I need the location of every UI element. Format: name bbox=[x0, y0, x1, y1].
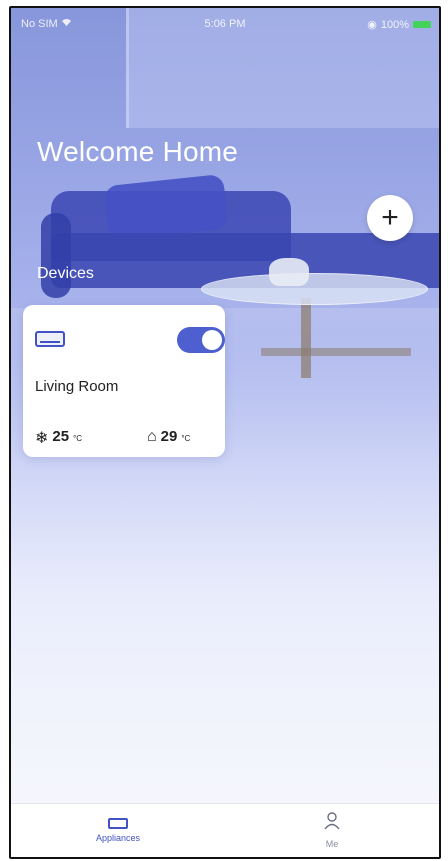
air-conditioner-icon bbox=[35, 331, 65, 347]
devices-section-label: Devices bbox=[37, 265, 94, 282]
set-temperature-unit: °C bbox=[73, 434, 83, 443]
room-temperature: ⌂ 29 °C bbox=[147, 428, 190, 446]
table-leg bbox=[301, 298, 311, 378]
device-card[interactable]: Living Room ❄ 25 °C ⌂ 29 °C bbox=[23, 305, 225, 457]
battery-icon bbox=[413, 21, 431, 28]
home-icon: ⌂ bbox=[147, 428, 157, 445]
power-toggle[interactable] bbox=[177, 327, 225, 353]
add-device-button[interactable]: + bbox=[367, 195, 413, 241]
tab-appliances-label: Appliances bbox=[95, 833, 141, 843]
table-base bbox=[261, 348, 411, 356]
person-icon bbox=[324, 812, 340, 835]
device-name: Living Room bbox=[35, 378, 119, 395]
tab-me-label: Me bbox=[325, 839, 339, 849]
plus-icon: + bbox=[381, 201, 399, 234]
battery-percent: 100% bbox=[380, 18, 409, 31]
snowflake-icon: ❄ bbox=[35, 430, 49, 447]
vase bbox=[269, 258, 309, 286]
coffee-table bbox=[201, 273, 428, 305]
status-right: ◉ 100% bbox=[367, 18, 431, 31]
appliance-icon bbox=[108, 818, 128, 829]
tab-bar: Appliances Me bbox=[11, 803, 439, 857]
set-temperature: ❄ 25 °C bbox=[35, 428, 82, 448]
phone-screen: No SIM 5:06 PM ◉ 100% Welcome Home + Dev… bbox=[9, 6, 441, 859]
sofa-arm bbox=[41, 213, 71, 298]
alarm-icon: ◉ bbox=[367, 19, 377, 31]
set-temperature-value: 25 bbox=[52, 428, 70, 445]
tab-appliances[interactable]: Appliances bbox=[11, 804, 225, 857]
room-temperature-value: 29 bbox=[160, 428, 178, 445]
tab-me[interactable]: Me bbox=[225, 804, 439, 857]
page-title: Welcome Home bbox=[37, 136, 239, 167]
toggle-knob bbox=[202, 330, 222, 350]
status-bar: No SIM 5:06 PM ◉ 100% bbox=[11, 18, 439, 36]
room-temperature-unit: °C bbox=[181, 434, 191, 443]
